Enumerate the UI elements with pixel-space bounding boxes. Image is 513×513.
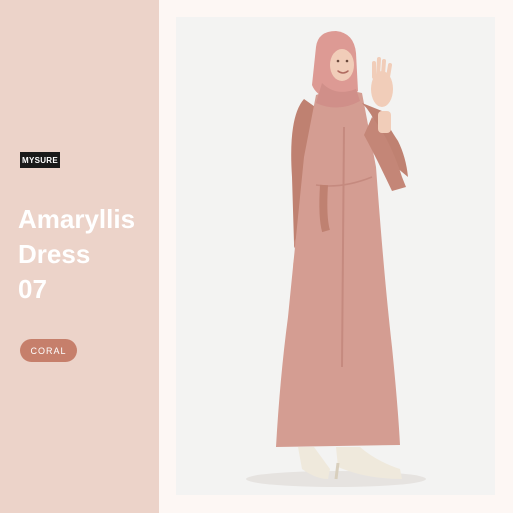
model-illustration xyxy=(246,31,426,487)
product-title-line-1: Amaryllis xyxy=(18,204,136,234)
brand-logo: MYSURE xyxy=(20,152,60,168)
color-badge: CORAL xyxy=(20,339,77,362)
product-title: Amaryllis Dress 07 xyxy=(18,202,158,307)
product-title-line-3: 07 xyxy=(18,274,47,304)
left-info-panel: MYSURE Amaryllis Dress 07 CORAL xyxy=(0,0,159,513)
product-title-line-2: Dress xyxy=(18,239,91,269)
product-photo xyxy=(176,17,495,495)
